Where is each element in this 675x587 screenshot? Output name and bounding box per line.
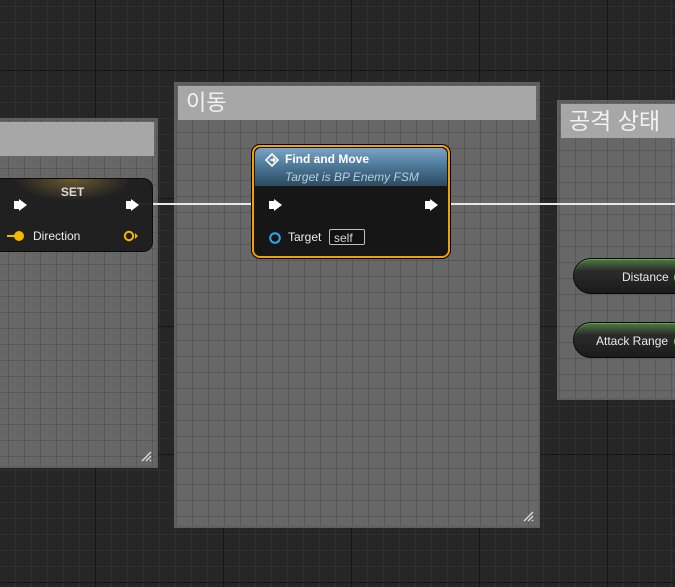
attack-range-variable-node[interactable]: Attack Range bbox=[573, 322, 675, 358]
distance-label: Distance bbox=[622, 270, 669, 284]
resize-grip-icon[interactable] bbox=[522, 510, 534, 522]
comment-title-middle[interactable]: 이동 bbox=[178, 86, 536, 120]
comment-box-left[interactable] bbox=[0, 118, 158, 468]
target-pin-label: Target bbox=[288, 230, 322, 244]
resize-grip-icon[interactable] bbox=[140, 450, 152, 462]
distance-variable-node[interactable]: Distance bbox=[573, 258, 675, 294]
exec-out-pin[interactable] bbox=[425, 199, 438, 211]
direction-out-pin-icon[interactable] bbox=[123, 230, 139, 242]
find-and-move-node[interactable]: Find and Move Target is BP Enemy FSM Tar… bbox=[252, 145, 450, 258]
exec-out-pin[interactable] bbox=[126, 199, 139, 211]
direction-in-pin-icon[interactable] bbox=[7, 230, 25, 242]
find-and-move-subtitle: Target is BP Enemy FSM bbox=[285, 170, 419, 184]
target-value-field[interactable]: self bbox=[329, 229, 365, 245]
exec-in-pin[interactable] bbox=[14, 199, 27, 211]
exec-wire[interactable] bbox=[138, 203, 260, 205]
set-node-title: SET bbox=[13, 179, 132, 201]
direction-pin-label: Direction bbox=[33, 229, 81, 243]
target-pin-icon[interactable] bbox=[268, 231, 282, 245]
set-node[interactable]: SET Direction bbox=[0, 178, 153, 252]
attack-range-label: Attack Range bbox=[596, 334, 669, 348]
exec-in-pin[interactable] bbox=[269, 199, 282, 211]
find-and-move-header: Find and Move Target is BP Enemy FSM bbox=[255, 148, 447, 186]
function-icon bbox=[265, 153, 279, 167]
find-and-move-title: Find and Move bbox=[285, 152, 369, 166]
comment-title-left[interactable] bbox=[0, 122, 154, 156]
exec-wire[interactable] bbox=[440, 203, 675, 205]
comment-title-right[interactable]: 공격 상태 bbox=[561, 104, 675, 138]
